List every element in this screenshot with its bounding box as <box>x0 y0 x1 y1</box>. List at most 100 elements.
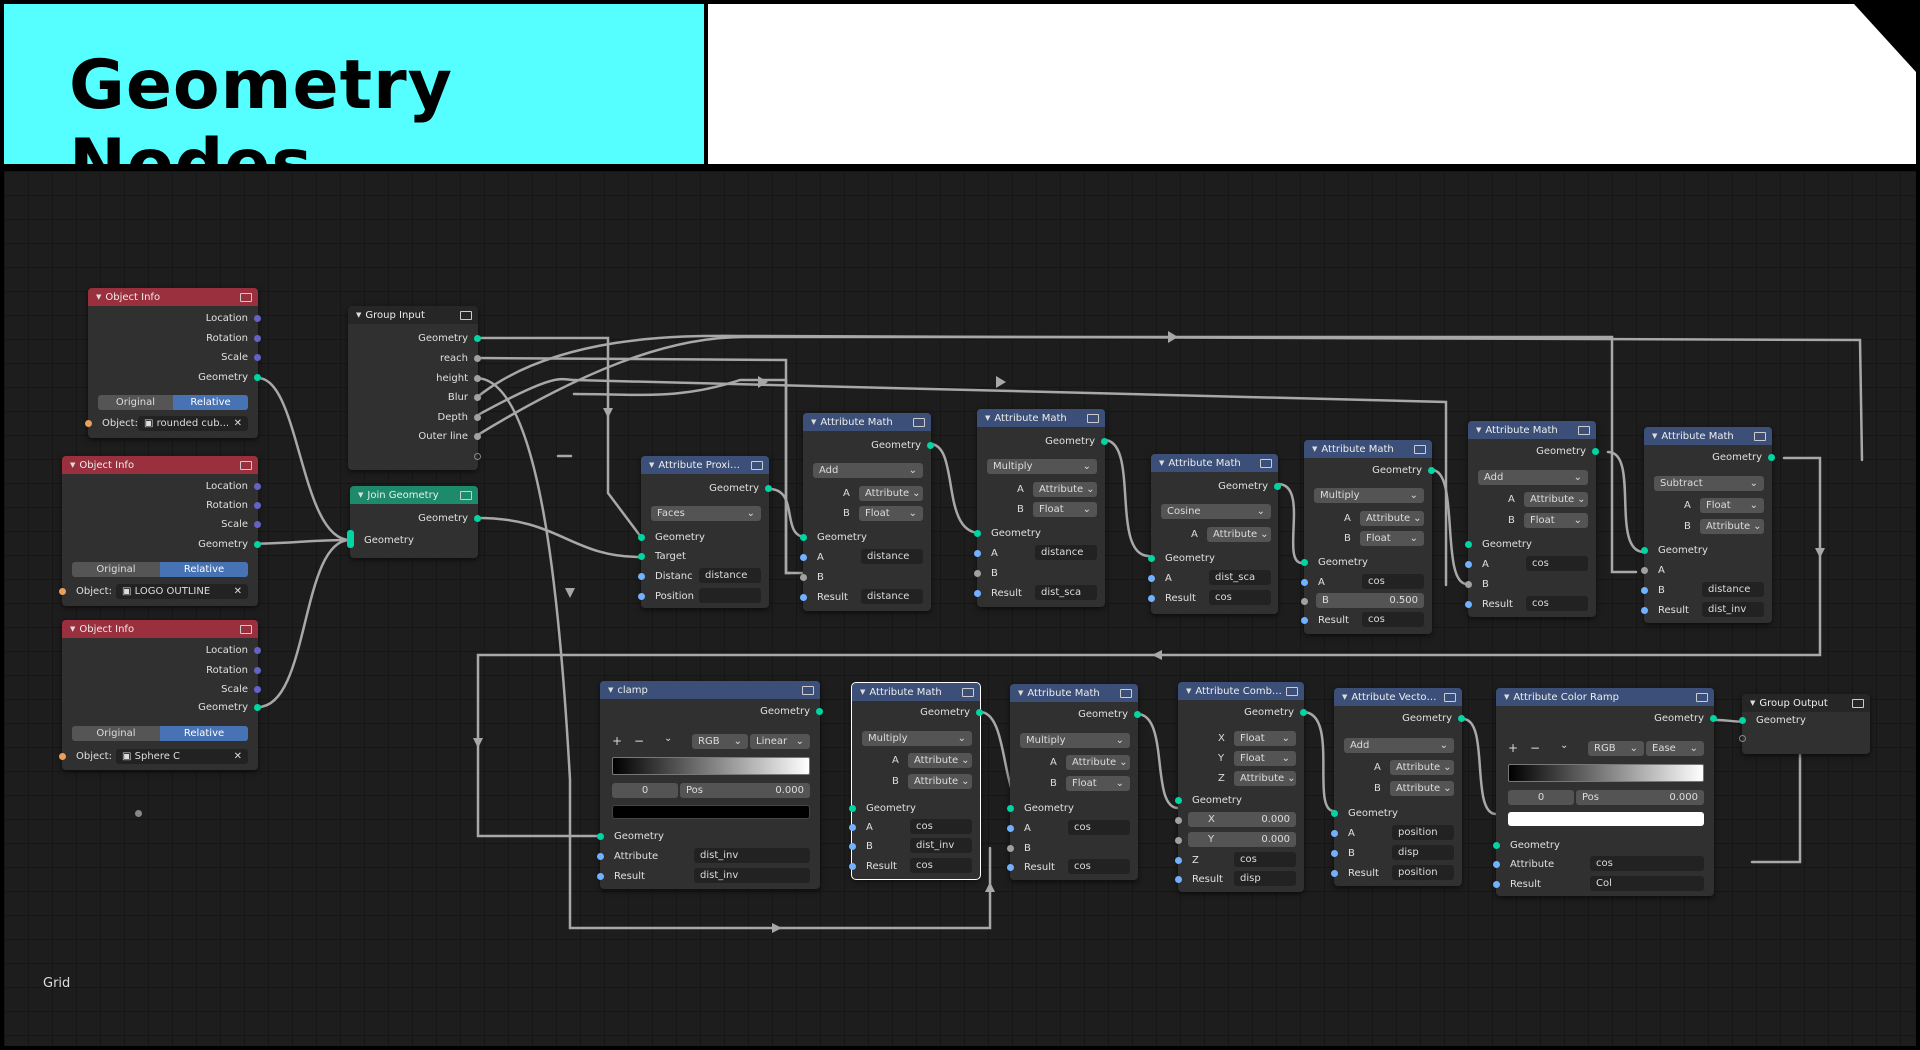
monitor-icon[interactable] <box>1852 698 1864 708</box>
socket-position[interactable] <box>638 593 645 600</box>
socket-b[interactable] <box>1465 581 1472 588</box>
collapse-arrow-icon[interactable]: ▼ <box>1504 693 1509 701</box>
monitor-icon[interactable] <box>751 460 763 470</box>
socket-object[interactable] <box>59 753 66 760</box>
operation-dropdown[interactable]: Multiply <box>862 731 972 746</box>
node-header[interactable]: ▼ Attribute Combin... <box>1178 682 1304 700</box>
attribute-math-node-add-2[interactable]: ▼Attribute Math Geometry Add A Attribute… <box>1465 421 1599 617</box>
monitor-icon[interactable] <box>1754 431 1766 441</box>
node-header[interactable]: ▼ Attribute Math <box>1644 427 1772 445</box>
join-geometry-node[interactable]: ▼ Join Geometry Geometry Geometry <box>347 486 481 558</box>
node-header[interactable]: ▼ Attribute Math <box>1151 454 1278 472</box>
socket-b[interactable] <box>1331 850 1338 857</box>
node-header[interactable]: ▼ Group Input <box>348 306 478 324</box>
socket-result[interactable] <box>1175 876 1182 883</box>
a-field[interactable]: cos <box>1526 556 1588 571</box>
socket-geometry-out[interactable] <box>1458 715 1465 722</box>
result-field[interactable]: cos <box>910 858 972 873</box>
node-header[interactable]: ▼Attribute Vector M... <box>1334 688 1462 706</box>
a-type-dropdown[interactable]: Attribute <box>908 753 972 768</box>
attribute-vector-math-node[interactable]: ▼Attribute Vector M... Geometry Add A At… <box>1331 688 1465 886</box>
socket-empty[interactable] <box>1739 735 1746 742</box>
operation-dropdown[interactable]: Add <box>1478 470 1588 485</box>
b-field[interactable]: dist_inv <box>910 838 972 853</box>
position-field[interactable] <box>699 588 761 603</box>
socket-location[interactable] <box>254 315 261 322</box>
a-field[interactable]: cos <box>1068 820 1130 835</box>
node-header[interactable]: ▼ Attribute Math <box>1468 421 1596 439</box>
clamp-color-ramp-node[interactable]: ▼clamp Geometry + − ⌄ RGB Linear 0 Pos0.… <box>597 681 823 889</box>
monitor-icon[interactable] <box>1696 692 1708 702</box>
socket-geometry-in[interactable] <box>1301 559 1308 566</box>
socket-result[interactable] <box>1301 617 1308 624</box>
node-header[interactable]: ▼ Attribute Color Ramp <box>1496 688 1714 706</box>
a-field[interactable]: distance <box>861 549 923 564</box>
socket-geometry-out[interactable] <box>976 709 983 716</box>
node-header[interactable]: ▼ Attribute Math <box>852 683 980 701</box>
socket-rotation[interactable] <box>254 335 261 342</box>
monitor-icon[interactable] <box>240 292 252 302</box>
node-header[interactable]: ▼ Attribute Math <box>1304 440 1432 458</box>
socket-geometry-in[interactable] <box>638 534 645 541</box>
a-type-dropdown[interactable]: Attribute <box>859 486 923 501</box>
socket-geometry-in[interactable] <box>597 833 604 840</box>
attribute-math-node-add[interactable]: ▼Attribute Math Geometry Add A Attribute… <box>800 413 934 611</box>
transform-mode-toggle[interactable]: Original Relative <box>98 395 248 410</box>
a-type-dropdown[interactable]: Attribute <box>1066 755 1130 770</box>
b-field[interactable]: distance <box>1702 582 1764 597</box>
socket-geometry[interactable] <box>254 704 261 711</box>
monitor-icon[interactable] <box>913 417 925 427</box>
socket-geometry-out[interactable] <box>1134 711 1141 718</box>
socket-geometry-in[interactable] <box>1493 842 1500 849</box>
transform-mode-toggle[interactable]: Original Relative <box>72 726 248 741</box>
color-ramp-widget[interactable] <box>1508 764 1704 782</box>
collapse-arrow-icon[interactable]: ▼ <box>70 461 75 469</box>
a-type-dropdown[interactable]: Attribute <box>1390 760 1454 775</box>
color-ramp-widget[interactable] <box>612 757 810 775</box>
socket-z[interactable] <box>1175 857 1182 864</box>
remove-stop-button[interactable]: − <box>634 734 644 748</box>
node-header[interactable]: ▼ Attribute Math <box>803 413 931 431</box>
socket-geometry-out[interactable] <box>1592 448 1599 455</box>
a-type-dropdown[interactable]: Float <box>1700 498 1764 513</box>
socket-rotation[interactable] <box>254 667 261 674</box>
b-type-dropdown[interactable]: Float <box>1033 502 1097 517</box>
monitor-icon[interactable] <box>240 460 252 470</box>
a-field[interactable]: distance <box>1035 545 1097 560</box>
attribute-field[interactable]: dist_inv <box>694 848 810 863</box>
monitor-icon[interactable] <box>1444 692 1456 702</box>
monitor-icon[interactable] <box>1260 458 1272 468</box>
clear-icon[interactable]: ✕ <box>234 586 242 597</box>
socket-geometry-in[interactable] <box>849 805 856 812</box>
attribute-field[interactable]: cos <box>1590 856 1704 871</box>
socket-geometry-out[interactable] <box>474 515 481 522</box>
b-type-dropdown[interactable]: Float <box>1524 513 1588 528</box>
socket-geometry-out[interactable] <box>1274 483 1281 490</box>
attribute-math-node-subtract[interactable]: ▼Attribute Math Geometry Subtract A Floa… <box>1641 427 1775 623</box>
socket-a[interactable] <box>1301 579 1308 586</box>
monitor-icon[interactable] <box>1286 686 1298 696</box>
operation-dropdown[interactable]: Multiply <box>1314 488 1424 503</box>
stop-position-field[interactable]: Pos 0.000 <box>680 783 810 798</box>
object-info-node-2[interactable]: ▼ Object Info Location Rotation Scale Geo… <box>59 456 261 606</box>
a-field[interactable]: cos <box>1362 574 1424 589</box>
collapse-arrow-icon[interactable]: ▼ <box>811 418 816 426</box>
object-field[interactable]: ▣ LOGO OUTLINE ✕ <box>116 584 248 599</box>
socket-geometry-out[interactable] <box>765 485 772 492</box>
socket-y[interactable] <box>1175 837 1182 844</box>
stop-color-swatch[interactable] <box>612 805 810 819</box>
monitor-icon[interactable] <box>1578 425 1590 435</box>
monitor-icon[interactable] <box>460 490 472 500</box>
node-header[interactable]: ▼ Object Info <box>88 288 258 306</box>
monitor-icon[interactable] <box>460 310 472 320</box>
b-value-field[interactable]: B 0.500 <box>1316 593 1424 608</box>
socket-b[interactable] <box>1007 845 1014 852</box>
socket-outer-line[interactable] <box>474 433 481 440</box>
socket-scale[interactable] <box>254 354 261 361</box>
operation-dropdown[interactable]: Multiply <box>1020 733 1130 748</box>
socket-geometry[interactable] <box>254 541 261 548</box>
object-field[interactable]: ▣ Sphere C ✕ <box>116 749 248 764</box>
node-header[interactable]: ▼ Attribute Math <box>1010 684 1138 702</box>
monitor-icon[interactable] <box>1087 413 1099 423</box>
socket-result[interactable] <box>1007 864 1014 871</box>
